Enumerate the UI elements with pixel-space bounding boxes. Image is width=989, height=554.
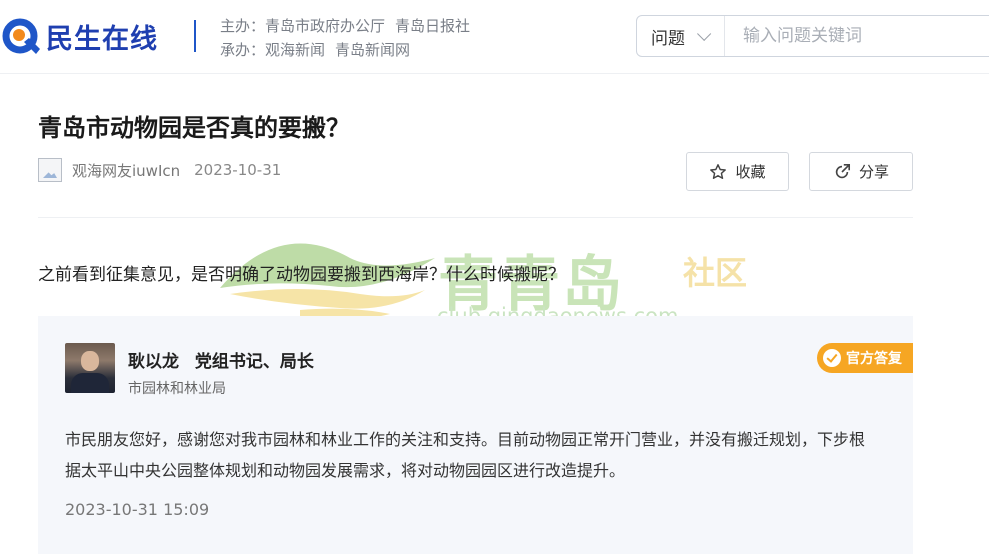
responder-department: 市园林和林业局 (128, 381, 226, 397)
organizer-2: 青岛新闻网 (335, 41, 411, 59)
site-logo[interactable]: 民生在线 (2, 14, 158, 58)
official-reply-label: 官方答复 (846, 351, 902, 367)
site-header: 民生在线 主办：青岛市政府办公厅 青岛日报社 承办：观海新闻 青岛新闻网 问题 (0, 0, 989, 74)
page-title: 青岛市动物园是否真的要搬？ (38, 114, 350, 142)
sponsor-row: 主办：青岛市政府办公厅 青岛日报社 (220, 14, 480, 38)
sponsor-1: 青岛市政府办公厅 (265, 17, 386, 35)
sponsor-2: 青岛日报社 (395, 17, 471, 35)
favorite-button[interactable]: 收藏 (686, 152, 789, 191)
watermark-suffix: 社区 (683, 254, 748, 292)
organizer-row: 承办：观海新闻 青岛新闻网 (220, 38, 480, 62)
responder-title: 党组书记、局长 (194, 352, 314, 372)
post-date: 2023-10-31 (194, 161, 282, 179)
logo-text: 民生在线 (46, 23, 158, 55)
avatar-face (81, 351, 99, 371)
post-meta: 观海网友iuwIcn 2023-10-31 (38, 158, 281, 182)
header-divider (194, 20, 196, 52)
answer-text: 市民朋友您好，感谢您对我市园林和林业工作的关注和支持。目前动物园正常开门营业，并… (65, 430, 866, 480)
share-button[interactable]: 分享 (809, 152, 913, 191)
avatar-body (71, 373, 109, 393)
question-text: 之前看到征集意见，是否明确了动物园要搬到西海岸？什么时候搬呢？ (38, 265, 565, 285)
share-label: 分享 (858, 163, 889, 181)
author-avatar[interactable] (38, 158, 62, 182)
answer-time: 2023-10-31 15:09 (65, 500, 210, 519)
responder-name-line: 耿以龙 党组书记、局长 (128, 347, 314, 372)
chevron-down-icon (697, 26, 712, 41)
organizer-1: 观海新闻 (265, 41, 326, 59)
search-bar: 问题 (636, 15, 989, 57)
check-icon (823, 349, 841, 367)
star-icon (710, 163, 727, 179)
divider (38, 217, 913, 218)
responder-avatar (65, 343, 115, 393)
share-icon (835, 163, 850, 178)
logo-mark-icon (2, 16, 42, 56)
organizer-label: 承办： (220, 41, 266, 59)
author-name[interactable]: 观海网友iuwIcn (72, 160, 180, 181)
official-answer: 耿以龙 党组书记、局长 市园林和林业局 官方答复 市民朋友您好，感谢您对我市园林… (38, 316, 913, 554)
search-category-select[interactable]: 问题 (637, 16, 725, 56)
search-category-label: 问题 (651, 28, 685, 49)
favorite-label: 收藏 (735, 163, 766, 181)
responder-name: 耿以龙 (128, 352, 179, 372)
search-input[interactable] (725, 26, 989, 46)
sponsor-info: 主办：青岛市政府办公厅 青岛日报社 承办：观海新闻 青岛新闻网 (220, 14, 480, 62)
official-reply-badge: 官方答复 (817, 343, 913, 373)
sponsor-label: 主办： (220, 17, 266, 35)
